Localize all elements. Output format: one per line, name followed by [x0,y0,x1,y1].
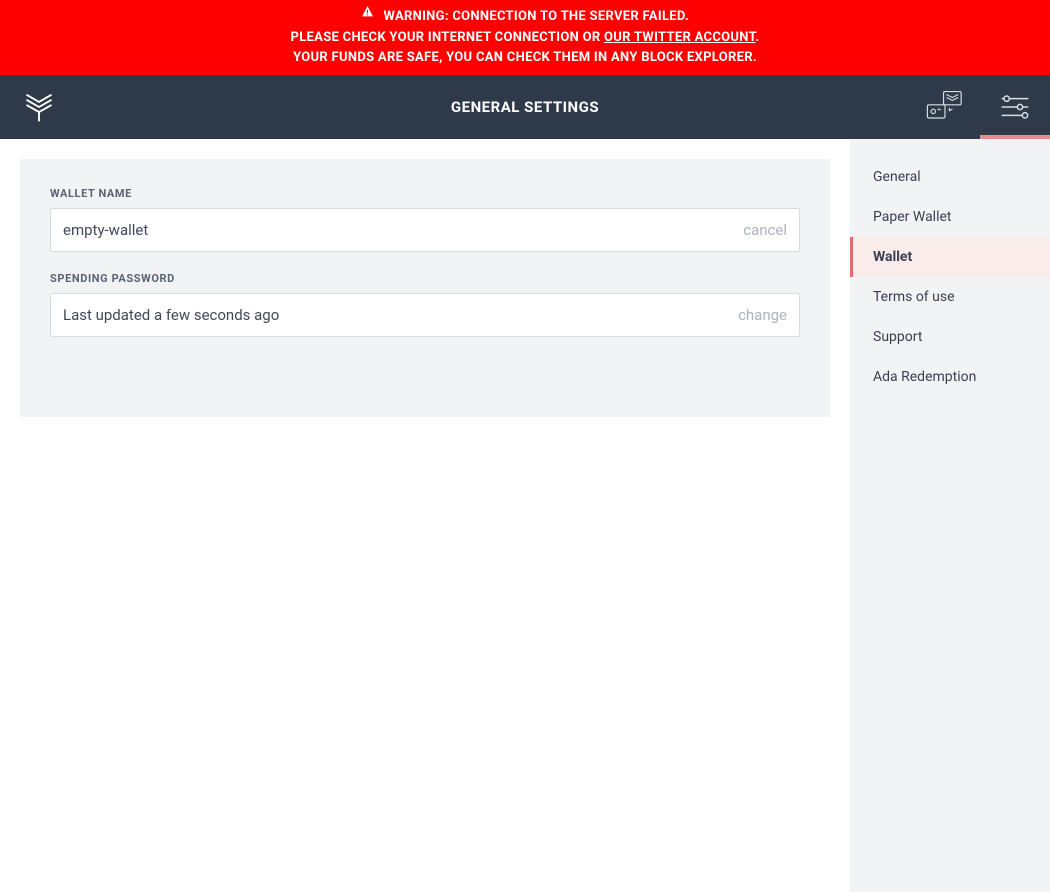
transfer-action[interactable] [910,75,980,139]
sidebar-item-paper-wallet[interactable]: Paper Wallet [850,197,1050,237]
wallet-name-group: WALLET NAME cancel [50,187,800,252]
sidebar-item-wallet[interactable]: Wallet [850,237,1050,277]
spending-password-group: SPENDING PASSWORD Last updated a few sec… [50,272,800,337]
page-title: GENERAL SETTINGS [451,98,599,116]
wallet-name-input[interactable] [63,221,743,239]
warning-icon [361,5,374,26]
settings-action[interactable] [980,75,1050,139]
wallet-name-row: cancel [50,208,800,252]
sidebar-item-label: Terms of use [873,289,955,305]
spending-password-row: Last updated a few seconds ago change [50,293,800,337]
app-logo[interactable] [22,90,56,124]
sidebar-item-label: Wallet [873,249,912,265]
sidebar-item-label: Ada Redemption [873,369,976,385]
sidebar-item-support[interactable]: Support [850,317,1050,357]
sidebar-item-terms[interactable]: Terms of use [850,277,1050,317]
spending-password-label: SPENDING PASSWORD [50,272,800,285]
sidebar-item-general[interactable]: General [850,157,1050,197]
sidebar-item-ada-redemption[interactable]: Ada Redemption [850,357,1050,397]
warning-line-2-suffix: . [755,30,759,45]
app-header: GENERAL SETTINGS [0,75,1050,139]
connection-warning-banner: WARNING: CONNECTION TO THE SERVER FAILED… [0,0,1050,75]
warning-line-3: YOUR FUNDS ARE SAFE, YOU CAN CHECK THEM … [0,48,1050,69]
warning-line-2-prefix: PLEASE CHECK YOUR INTERNET CONNECTION OR [291,30,605,45]
sidebar-item-label: Paper Wallet [873,209,952,225]
settings-sidebar: General Paper Wallet Wallet Terms of use… [850,139,1050,892]
wallet-name-cancel-button[interactable]: cancel [743,221,787,239]
spending-password-value: Last updated a few seconds ago [63,306,738,324]
sidebar-item-label: Support [873,329,922,345]
wallet-name-label: WALLET NAME [50,187,800,200]
warning-line-1: WARNING: CONNECTION TO THE SERVER FAILED… [384,9,689,24]
twitter-link[interactable]: OUR TWITTER ACCOUNT [604,30,755,45]
sidebar-item-label: General [873,169,921,185]
spending-password-change-button[interactable]: change [738,306,787,324]
settings-card: WALLET NAME cancel SPENDING PASSWORD Las… [20,159,830,417]
